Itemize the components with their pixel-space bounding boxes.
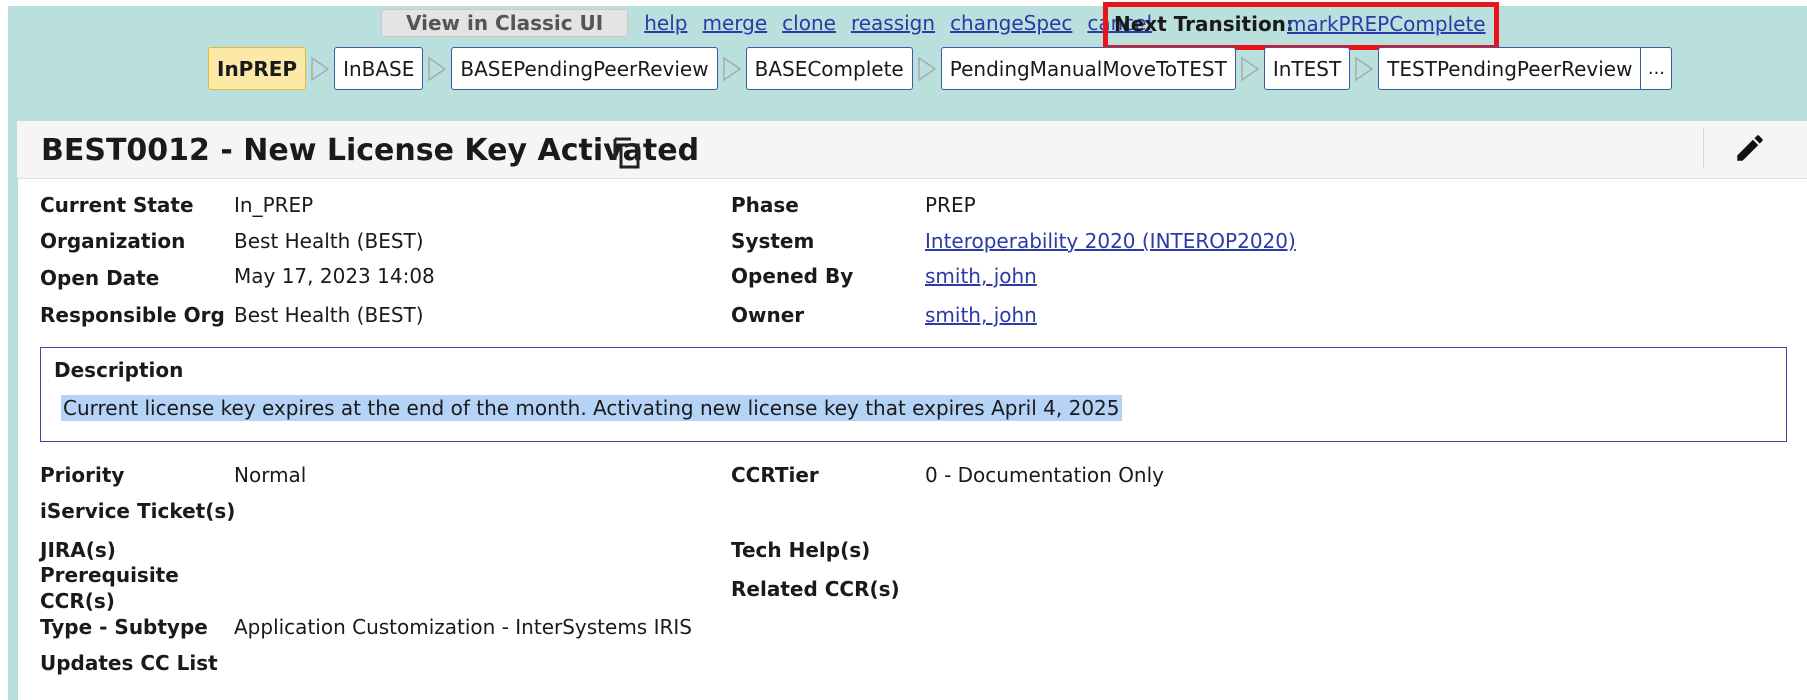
pencil-icon[interactable] [1733,131,1767,165]
system-link[interactable]: Interoperability 2020 (INTEROP2020) [925,229,1296,253]
jira-label: JIRA(s) [40,538,116,562]
description-box: Description Current license key expires … [40,347,1787,442]
type-subtype-value: Application Customization - InterSystems… [234,615,692,639]
action-toolbar: View in Classic UI help merge clone reas… [381,8,1167,38]
state-test-pending-peer-review[interactable]: TESTPendingPeerReview [1378,47,1642,90]
opened-by-label: Opened By [731,264,854,288]
more-states-button[interactable]: ... [1641,47,1673,90]
phase-label: Phase [731,193,799,217]
state-arrow-icon [1350,56,1378,82]
description-title: Description [54,358,184,382]
reassign-link[interactable]: reassign [851,11,935,35]
current-state-label: Current State [40,193,194,217]
prerequisite-ccr-label-line1: Prerequisite [40,563,179,587]
iservice-ticket-label: iService Ticket(s) [40,499,236,523]
opened-by-link[interactable]: smith, john [925,264,1037,288]
state-arrow-icon [306,56,334,82]
responsible-org-value: Best Health (BEST) [234,303,424,327]
responsible-org-label: Responsible Org [40,303,225,327]
state-arrow-icon [718,56,746,82]
state-workflow-chain: InPREP InBASE BASEPendingPeerReview BASE… [208,47,1673,90]
clone-link[interactable]: clone [782,11,836,35]
organization-value: Best Health (BEST) [234,229,424,253]
state-base-complete[interactable]: BASEComplete [745,47,913,90]
title-divider [1703,128,1704,168]
state-arrow-icon [423,56,451,82]
title-bar: BEST0012 - New License Key Activated [17,121,1807,179]
state-pending-manual-move-to-test[interactable]: PendingManualMoveToTEST [940,47,1236,90]
owner-label: Owner [731,303,805,327]
ccr-tier-value: 0 - Documentation Only [925,463,1165,487]
state-arrow-icon [913,56,941,82]
ccr-tier-label: CCRTier [731,463,819,487]
open-date-label: Open Date [40,266,160,290]
copy-icon[interactable] [612,136,642,170]
state-arrow-icon [1236,56,1264,82]
merge-link[interactable]: merge [702,11,767,35]
priority-value: Normal [234,463,307,487]
organization-label: Organization [40,229,186,253]
mark-prep-complete-link[interactable]: markPREPComplete [1287,12,1486,36]
state-inbase[interactable]: InBASE [334,47,424,90]
priority-label: Priority [40,463,125,487]
prerequisite-ccr-label-line2: CCR(s) [40,589,115,613]
next-transition-label: Next Transition: [1114,12,1294,36]
open-date-value: May 17, 2023 14:08 [234,264,435,288]
updates-cc-list-label: Updates CC List [40,651,218,675]
system-label: System [731,229,815,253]
page-title: BEST0012 - New License Key Activated [41,133,700,168]
help-link[interactable]: help [644,11,687,35]
state-inprep[interactable]: InPREP [208,47,307,90]
tech-help-label: Tech Help(s) [731,538,871,562]
owner-link[interactable]: smith, john [925,303,1037,327]
related-ccr-label: Related CCR(s) [731,577,900,601]
type-subtype-label: Type - Subtype [40,615,208,639]
view-classic-ui-button[interactable]: View in Classic UI [381,9,629,37]
change-spec-link[interactable]: changeSpec [950,11,1072,35]
phase-value: PREP [925,193,976,217]
current-state-value: In_PREP [234,193,314,217]
state-base-pending-peer-review[interactable]: BASEPendingPeerReview [451,47,718,90]
description-text: Current license key expires at the end o… [61,395,1122,421]
state-intest[interactable]: InTEST [1263,47,1351,90]
